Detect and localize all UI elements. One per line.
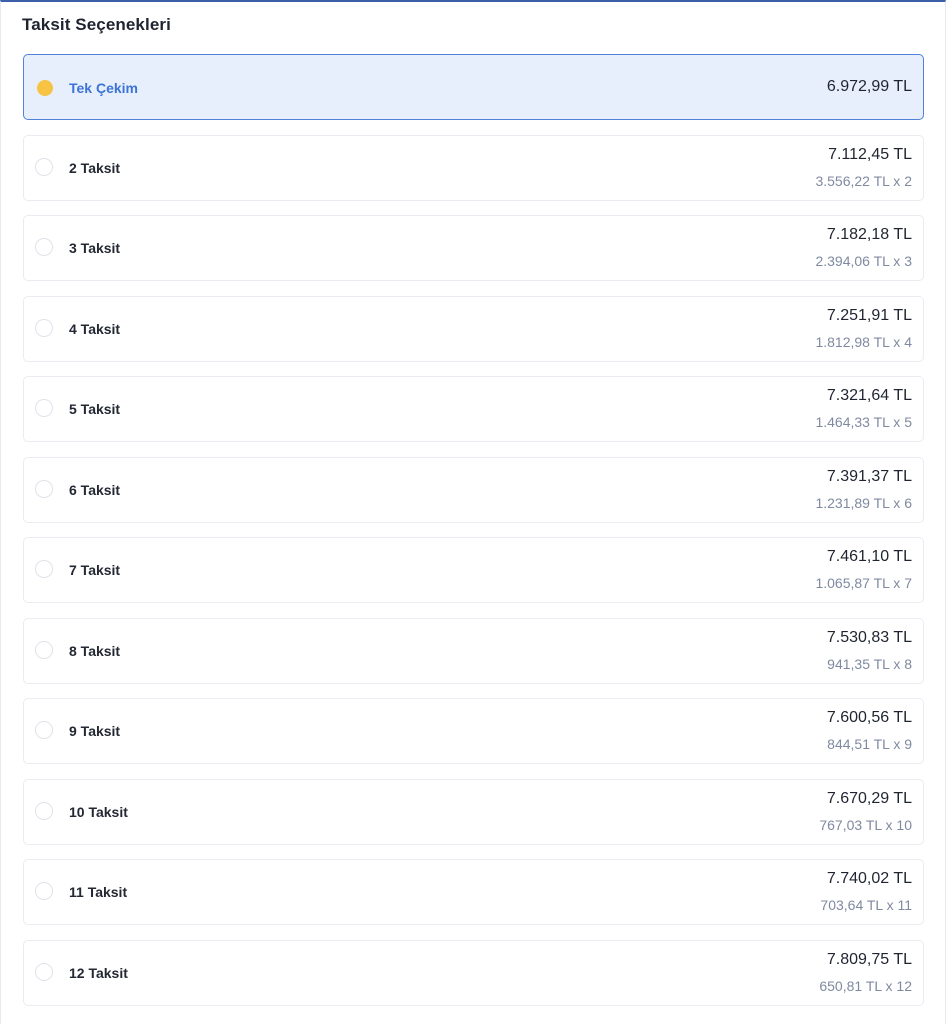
installment-option[interactable]: 10 Taksit 7.670,29 TL 767,03 TL x 10 bbox=[23, 778, 924, 845]
installment-option[interactable]: 7 Taksit 7.461,10 TL 1.065,87 TL x 7 bbox=[23, 537, 924, 603]
installment-option[interactable]: 3 Taksit 7.182,18 TL 2.394,06 TL x 3 bbox=[23, 215, 924, 281]
option-total: 7.321,64 TL bbox=[826, 387, 912, 404]
option-total: 6.972,99 TL bbox=[826, 78, 912, 95]
option-total: 7.112,45 TL bbox=[828, 145, 912, 163]
option-label: 11 Taksit bbox=[69, 884, 128, 900]
option-label: 7 Taksit bbox=[69, 562, 121, 578]
installment-option[interactable]: 8 Taksit 7.530,83 TL 941,35 TL x 8 bbox=[23, 617, 924, 684]
radio-icon[interactable] bbox=[37, 80, 53, 96]
installment-option[interactable]: 9 Taksit 7.600,56 TL 844,51 TL x 9 bbox=[23, 698, 924, 764]
radio-icon[interactable] bbox=[35, 318, 53, 337]
radio-icon[interactable] bbox=[35, 721, 53, 739]
option-monthly: 1.231,89 TL x 6 bbox=[815, 494, 912, 511]
installment-option[interactable]: 4 Taksit 7.251,91 TL 1.812,98 TL x 4 bbox=[23, 295, 924, 362]
option-label: 5 Taksit bbox=[69, 401, 121, 417]
option-monthly: 1.065,87 TL x 7 bbox=[815, 575, 912, 591]
option-label: 10 Taksit bbox=[69, 803, 128, 820]
radio-icon[interactable] bbox=[35, 238, 53, 256]
option-total: 7.461,10 TL bbox=[826, 548, 912, 565]
installment-panel: Taksit Seçenekleri Tek Çekim 6.972,99 TL… bbox=[0, 0, 946, 1024]
option-monthly: 703,64 TL x 11 bbox=[820, 897, 912, 913]
option-total: 7.251,91 TL bbox=[826, 306, 912, 324]
option-monthly: 1.812,98 TL x 4 bbox=[815, 333, 912, 350]
installment-option[interactable]: 12 Taksit 7.809,75 TL 650,81 TL x 12 bbox=[23, 939, 924, 1006]
option-label: 4 Taksit bbox=[69, 320, 121, 337]
radio-icon[interactable] bbox=[35, 640, 53, 659]
radio-icon[interactable] bbox=[35, 479, 53, 498]
option-total: 7.670,29 TL bbox=[826, 789, 912, 807]
option-total: 7.600,56 TL bbox=[826, 709, 912, 726]
option-label: 12 Taksit bbox=[69, 964, 128, 981]
option-monthly: 941,35 TL x 8 bbox=[827, 655, 912, 672]
installment-option[interactable]: 2 Taksit 7.112,45 TL 3.556,22 TL x 2 bbox=[23, 134, 924, 201]
installment-option[interactable]: 6 Taksit 7.391,37 TL 1.231,89 TL x 6 bbox=[23, 456, 924, 523]
radio-icon[interactable] bbox=[35, 399, 53, 417]
radio-icon[interactable] bbox=[35, 882, 53, 900]
option-label: 3 Taksit bbox=[69, 240, 121, 256]
installment-option[interactable]: 5 Taksit 7.321,64 TL 1.464,33 TL x 5 bbox=[23, 376, 924, 442]
option-monthly: 767,03 TL x 10 bbox=[819, 816, 912, 833]
option-label: 8 Taksit bbox=[69, 642, 121, 659]
option-monthly: 3.556,22 TL x 2 bbox=[815, 172, 912, 189]
option-total: 7.391,37 TL bbox=[826, 467, 912, 485]
option-label: Tek Çekim bbox=[69, 80, 138, 96]
option-label: 2 Taksit bbox=[69, 159, 121, 176]
option-label: 6 Taksit bbox=[69, 481, 121, 498]
option-monthly: 650,81 TL x 12 bbox=[819, 977, 912, 994]
option-monthly: 2.394,06 TL x 3 bbox=[815, 253, 912, 269]
option-total: 7.530,83 TL bbox=[826, 628, 912, 646]
radio-icon[interactable] bbox=[35, 801, 53, 820]
option-total: 7.182,18 TL bbox=[826, 226, 912, 243]
option-label: 9 Taksit bbox=[69, 723, 121, 739]
radio-icon[interactable] bbox=[35, 962, 53, 981]
option-total: 7.740,02 TL bbox=[826, 870, 912, 887]
page-title: Taksit Seçenekleri bbox=[22, 15, 171, 34]
radio-icon[interactable] bbox=[35, 157, 53, 176]
installment-option-selected[interactable]: Tek Çekim 6.972,99 TL bbox=[23, 54, 924, 120]
option-total: 7.809,75 TL bbox=[826, 950, 912, 968]
option-monthly: 844,51 TL x 9 bbox=[827, 736, 912, 752]
radio-icon[interactable] bbox=[35, 560, 53, 578]
option-monthly: 1.464,33 TL x 5 bbox=[815, 414, 912, 430]
installment-option[interactable]: 11 Taksit 7.740,02 TL 703,64 TL x 11 bbox=[23, 859, 924, 925]
